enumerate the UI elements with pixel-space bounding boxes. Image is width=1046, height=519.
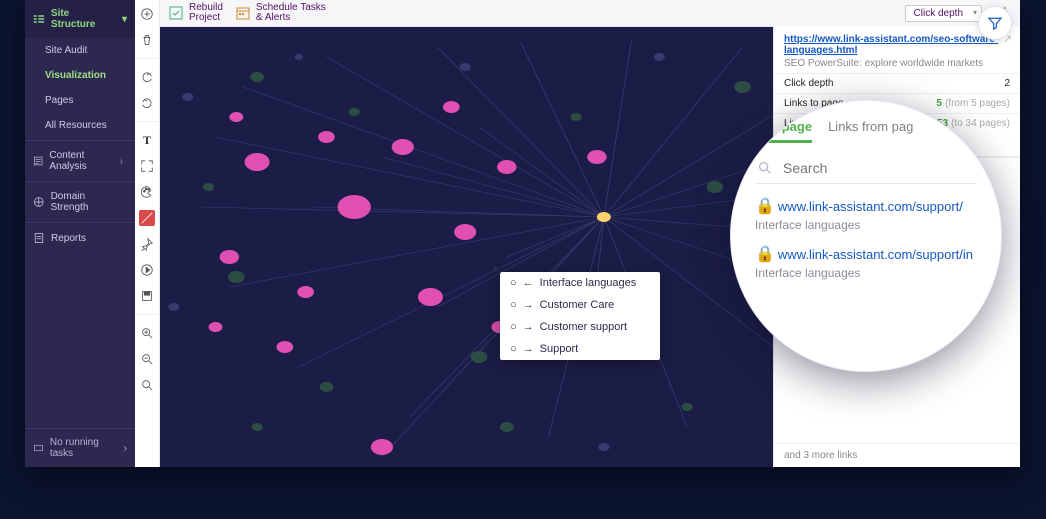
result-url[interactable]: www.link-assistant.com/support/in <box>778 247 973 262</box>
chevron-down-icon: ▾ <box>122 14 127 25</box>
sidebar-section-domain-strength[interactable]: Domain Strength <box>25 181 135 220</box>
cursor-icon: ↖ <box>492 262 503 278</box>
sidebar-item-visualization[interactable]: Visualization <box>25 63 135 88</box>
more-links-note: and 3 more links <box>774 443 1020 467</box>
tooltip-label: Support <box>540 343 579 355</box>
trash-icon[interactable] <box>139 32 155 48</box>
rebuild-label: Rebuild Project <box>189 3 223 24</box>
result-url[interactable]: www.link-assistant.com/support/ <box>778 199 963 214</box>
search-result[interactable]: 🔒www.link-assistant.com/support/ Interfa… <box>755 196 977 232</box>
node-bullet-icon: ○ <box>510 321 517 333</box>
tooltip-row[interactable]: ○ ← Interface languages <box>500 272 660 294</box>
search-result[interactable]: 🔒www.link-assistant.com/support/in Inter… <box>755 244 977 280</box>
rebuild-icon <box>168 5 184 21</box>
search-bar[interactable] <box>755 153 977 184</box>
tooltip-label: Interface languages <box>540 277 637 289</box>
metric-row: Click depth 2 <box>774 73 1020 93</box>
node-bullet-icon: ○ <box>510 343 517 355</box>
page-url-link[interactable]: https://www.link-assistant.com/seo-softw… <box>784 34 1010 56</box>
sidebar-footer-tasks[interactable]: No running tasks › <box>25 428 135 467</box>
pin-icon[interactable] <box>139 236 155 252</box>
chevron-right-icon: › <box>120 156 123 167</box>
click-depth-select[interactable]: Click depth <box>905 5 982 22</box>
sidebar-item-all-resources[interactable]: All Resources <box>25 113 135 138</box>
magnifier-overlay: s to page Links from pag 🔒www.link-assis… <box>730 100 1002 372</box>
tooltip-row[interactable]: ○ → Customer Care <box>500 294 660 316</box>
sidebar-section-content-analysis[interactable]: Content Analysis › <box>25 140 135 179</box>
tooltip-label: Customer Care <box>540 299 615 311</box>
sidebar-title: Site Structure <box>51 8 116 30</box>
top-toolbar: Rebuild Project Schedule Tasks & Alerts … <box>160 0 1020 27</box>
bubble-tab-links-to-page[interactable]: s to page <box>755 119 812 143</box>
arrow-right-icon: → <box>523 343 534 355</box>
metric-value: 2 <box>1004 78 1010 89</box>
arrow-right-icon: → <box>523 321 534 333</box>
metric-key: Click depth <box>784 78 833 89</box>
search-input[interactable] <box>781 159 975 177</box>
arrow-left-icon: ← <box>523 277 534 289</box>
undo-icon[interactable] <box>139 69 155 85</box>
zoom-reset-icon[interactable] <box>139 377 155 393</box>
redo-icon[interactable] <box>139 95 155 111</box>
schedule-tasks-button[interactable]: Schedule Tasks & Alerts <box>235 3 326 24</box>
sidebar-label-reports: Reports <box>51 233 86 244</box>
sidebar-item-site-audit[interactable]: Site Audit <box>25 38 135 63</box>
save-icon[interactable] <box>139 288 155 304</box>
sidebar-section-reports[interactable]: Reports <box>25 222 135 251</box>
node-bullet-icon: ○ <box>510 277 517 289</box>
bubble-tab-links-from-page[interactable]: Links from pag <box>828 119 913 143</box>
lock-icon: 🔒 <box>755 198 775 215</box>
sidebar-item-pages[interactable]: Pages <box>25 88 135 113</box>
tooltip-row[interactable]: ○ → Customer support <box>500 316 660 338</box>
result-caption: Interface languages <box>755 266 977 280</box>
tooltip-row[interactable]: ○ → Support <box>500 338 660 360</box>
sidebar-label-content-analysis: Content Analysis <box>49 150 113 172</box>
search-icon <box>757 160 773 176</box>
chevron-right-icon: › <box>124 443 127 454</box>
viz-toolbar: T <box>135 0 160 467</box>
fit-screen-icon[interactable] <box>139 158 155 174</box>
filter-button[interactable] <box>978 6 1012 40</box>
divider <box>135 121 159 122</box>
schedule-label: Schedule Tasks & Alerts <box>256 3 326 24</box>
add-node-icon[interactable] <box>139 6 155 22</box>
sidebar-section-structure[interactable]: Site Structure ▾ <box>25 0 135 38</box>
main-sidebar: Site Structure ▾ Site Audit Visualizatio… <box>25 0 135 467</box>
sidebar-label-domain-strength: Domain Strength <box>51 191 123 213</box>
node-tooltip: ↖ ○← Interface languages ○→ Customer Car… <box>500 272 660 360</box>
lock-icon: 🔒 <box>755 246 775 263</box>
rebuild-project-button[interactable]: Rebuild Project <box>168 3 223 24</box>
calendar-icon <box>235 5 251 21</box>
sidebar-footer-label: No running tasks <box>50 437 118 459</box>
divider <box>135 314 159 315</box>
zoom-out-icon[interactable] <box>139 351 155 367</box>
node-bullet-icon: ○ <box>510 299 517 311</box>
page-subtitle: SEO PowerSuite: explore worldwide market… <box>784 58 1010 69</box>
divider <box>135 58 159 59</box>
text-tool-icon[interactable]: T <box>139 132 155 148</box>
play-icon[interactable] <box>139 262 155 278</box>
arrow-right-icon: → <box>523 299 534 311</box>
highlight-tool-icon[interactable] <box>139 210 155 226</box>
zoom-in-icon[interactable] <box>139 325 155 341</box>
tooltip-label: Customer support <box>540 321 627 333</box>
result-caption: Interface languages <box>755 218 977 232</box>
palette-icon[interactable] <box>139 184 155 200</box>
